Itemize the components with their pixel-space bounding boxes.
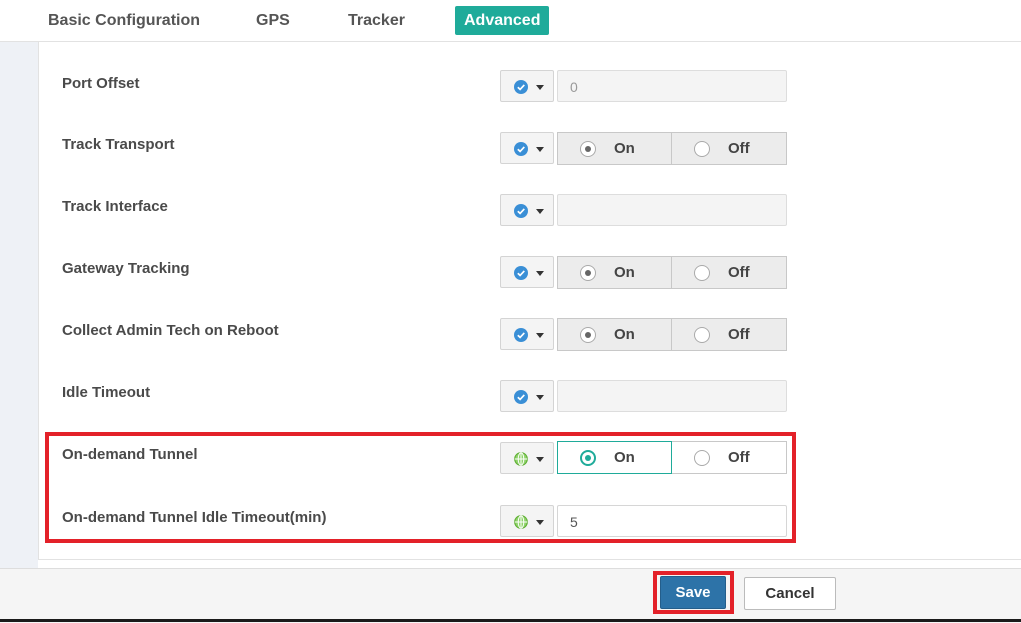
collect-admin-tech-off-option[interactable]: Off xyxy=(672,318,787,351)
option-label-on: On xyxy=(614,264,635,281)
left-gutter xyxy=(0,42,38,568)
scope-dropdown-track-transport[interactable] xyxy=(500,132,554,164)
track-transport-off-option[interactable]: Off xyxy=(672,132,787,165)
option-label-off: Off xyxy=(728,326,750,343)
check-circle-icon xyxy=(514,266,528,280)
tab-advanced[interactable]: Advanced xyxy=(455,6,550,35)
option-label-off: Off xyxy=(728,264,750,281)
option-label-on: On xyxy=(614,140,635,157)
cancel-button[interactable]: Cancel xyxy=(744,577,836,610)
check-circle-icon xyxy=(514,80,528,94)
panel-divider xyxy=(38,559,1021,560)
chevron-down-icon xyxy=(536,333,544,338)
radio-selected-icon xyxy=(580,327,596,343)
option-label-on: On xyxy=(614,326,635,343)
radio-selected-icon xyxy=(580,141,596,157)
collect-admin-tech-on-option[interactable]: On xyxy=(557,318,672,351)
scope-dropdown-idle-timeout[interactable] xyxy=(500,380,554,412)
row-label-track-transport: Track Transport xyxy=(62,136,175,153)
chevron-down-icon xyxy=(536,209,544,214)
scope-dropdown-port-offset[interactable] xyxy=(500,70,554,102)
collect-admin-tech-radio-group: On Off xyxy=(557,318,787,351)
on-demand-highlight-box xyxy=(45,432,796,543)
track-transport-on-option[interactable]: On xyxy=(557,132,672,165)
idle-timeout-input[interactable] xyxy=(557,380,787,412)
check-circle-icon xyxy=(514,390,528,404)
row-label-idle-timeout: Idle Timeout xyxy=(62,384,151,401)
row-label-gateway-tracking: Gateway Tracking xyxy=(62,260,190,277)
gateway-tracking-off-option[interactable]: Off xyxy=(672,256,787,289)
save-button[interactable]: Save xyxy=(660,576,726,609)
radio-empty-icon xyxy=(694,327,710,343)
tab-gps[interactable]: GPS xyxy=(256,6,290,35)
row-label-port-offset: Port Offset xyxy=(62,75,140,92)
row-label-track-interface: Track Interface xyxy=(62,198,168,215)
track-transport-radio-group: On Off xyxy=(557,132,787,165)
radio-selected-icon xyxy=(580,265,596,281)
check-circle-icon xyxy=(514,204,528,218)
chevron-down-icon xyxy=(536,85,544,90)
scope-dropdown-track-interface[interactable] xyxy=(500,194,554,226)
row-label-collect-admin-tech: Collect Admin Tech on Reboot xyxy=(62,322,279,339)
scope-dropdown-gateway-tracking[interactable] xyxy=(500,256,554,288)
check-circle-icon xyxy=(514,328,528,342)
track-interface-input[interactable] xyxy=(557,194,787,226)
scope-dropdown-collect-admin-tech[interactable] xyxy=(500,318,554,350)
chevron-down-icon xyxy=(536,147,544,152)
option-label-off: Off xyxy=(728,140,750,157)
radio-empty-icon xyxy=(694,141,710,157)
footer-bar xyxy=(0,568,1021,623)
gateway-tracking-on-option[interactable]: On xyxy=(557,256,672,289)
gateway-tracking-radio-group: On Off xyxy=(557,256,787,289)
radio-empty-icon xyxy=(694,265,710,281)
chevron-down-icon xyxy=(536,271,544,276)
check-circle-icon xyxy=(514,142,528,156)
tab-basic-configuration[interactable]: Basic Configuration xyxy=(48,6,200,35)
port-offset-input[interactable]: 0 xyxy=(557,70,787,102)
tab-tracker[interactable]: Tracker xyxy=(348,6,405,35)
chevron-down-icon xyxy=(536,395,544,400)
tab-bar: Basic Configuration GPS Tracker Advanced xyxy=(0,0,1021,42)
